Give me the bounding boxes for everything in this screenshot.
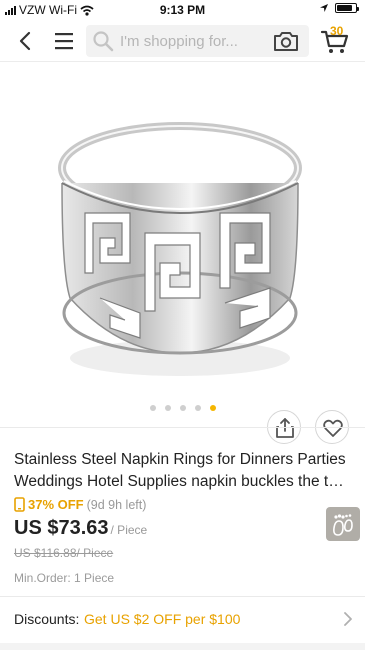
footprint-icon	[333, 514, 353, 536]
discount-percent: 37% OFF	[28, 497, 84, 512]
cart-count-badge: 30	[330, 24, 344, 38]
discount-row: 37% OFF (9d 9h left)	[14, 497, 146, 512]
footprint-button[interactable]	[326, 507, 360, 541]
discounts-value: Get US $2 OFF per $100	[84, 611, 241, 627]
menu-icon[interactable]	[52, 29, 76, 53]
divider	[0, 427, 365, 428]
price-row: US $73.63 / Piece	[14, 517, 147, 540]
status-right	[319, 3, 359, 13]
price-value: US $73.63	[14, 517, 109, 539]
location-arrow-icon	[320, 4, 328, 12]
chevron-right-icon	[344, 612, 352, 626]
min-order: Min.Order: 1 Piece	[14, 571, 115, 585]
napkin-ring-image	[58, 122, 302, 376]
status-bar: VZW Wi-Fi 9:13 PM	[0, 0, 365, 20]
search-icon	[93, 31, 114, 52]
gallery-dot-active[interactable]	[209, 405, 216, 411]
gallery-dot[interactable]	[194, 405, 201, 411]
search-placeholder: I'm shopping for...	[120, 33, 238, 50]
gallery-dot[interactable]	[164, 405, 171, 411]
share-icon	[276, 418, 294, 438]
phone-icon	[14, 497, 25, 512]
battery-icon	[335, 3, 359, 13]
product-title: Stainless Steel Napkin Rings for Dinners…	[14, 451, 346, 490]
price-unit: / Piece	[110, 523, 148, 537]
section-separator	[0, 643, 365, 650]
discounts-row[interactable]: Discounts: Get US $2 OFF per $100	[0, 597, 365, 642]
gallery-dot[interactable]	[149, 405, 156, 411]
discount-timer: (9d 9h left)	[86, 497, 147, 512]
product-image[interactable]	[0, 63, 365, 423]
search-input[interactable]: I'm shopping for...	[86, 25, 309, 57]
discounts-label: Discounts:	[14, 611, 80, 627]
heart-icon	[323, 419, 343, 437]
nav-bar: I'm shopping for... 30	[0, 20, 365, 62]
status-time: 9:13 PM	[159, 3, 206, 17]
back-icon[interactable]	[14, 29, 38, 53]
gallery-pagination[interactable]	[0, 405, 365, 411]
gallery-dot[interactable]	[179, 405, 186, 411]
original-price: US $116.88/ Piece	[14, 546, 114, 560]
camera-icon[interactable]	[273, 29, 299, 53]
